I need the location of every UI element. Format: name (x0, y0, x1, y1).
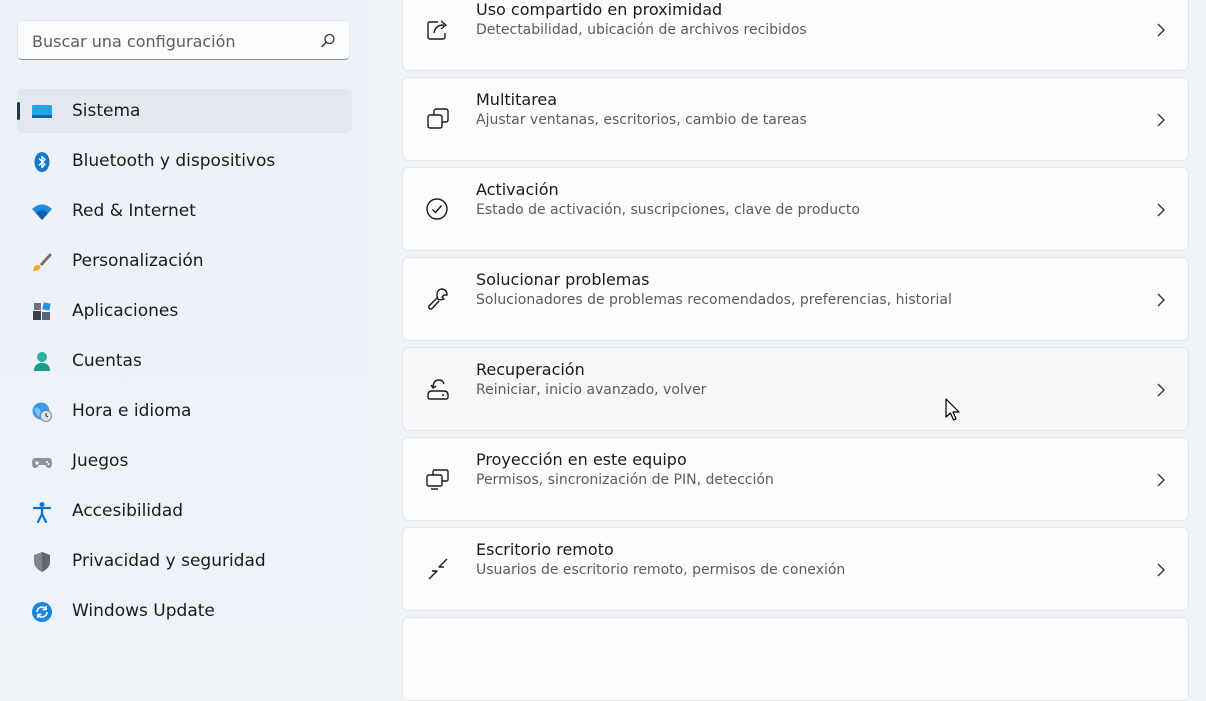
sidebar-item-hora-idioma[interactable]: Hora e idioma (17, 389, 352, 433)
chevron-right-icon (1157, 113, 1165, 127)
accessibility-icon (32, 502, 52, 523)
chevron-right-icon (1157, 473, 1165, 487)
check-circle-icon (426, 198, 448, 220)
card-title: Multitarea (476, 90, 558, 109)
gamepad-icon (32, 458, 52, 468)
sidebar-item-label: Sistema (72, 101, 141, 121)
card-title: Proyección en este equipo (476, 450, 687, 469)
sidebar-item-windows-update[interactable]: Windows Update (17, 589, 352, 633)
search-icon[interactable] (319, 32, 337, 50)
card-subtitle: Ajustar ventanas, escritorios, cambio de… (476, 112, 807, 128)
card-title: Recuperación (476, 360, 585, 379)
account-icon (34, 352, 50, 371)
apps-icon (33, 302, 51, 320)
bluetooth-icon (34, 152, 50, 172)
mouse-cursor-icon (945, 398, 960, 421)
chevron-right-icon (1157, 293, 1165, 307)
search-input[interactable]: Buscar una configuración (17, 20, 350, 60)
monitor-icon (32, 105, 52, 118)
sidebar-item-personalizacion[interactable]: Personalización (17, 239, 352, 283)
sidebar-item-label: Windows Update (72, 601, 215, 621)
sidebar-item-label: Hora e idioma (72, 401, 192, 421)
card-uso-compartido[interactable]: Uso compartido en proximidad Detectabili… (402, 0, 1189, 71)
globe-clock-icon (32, 402, 52, 422)
sidebar-item-label: Privacidad y seguridad (72, 551, 266, 571)
card-title: Solucionar problemas (476, 270, 650, 289)
sidebar-item-label: Juegos (72, 451, 129, 471)
card-solucionar-problemas[interactable]: Solucionar problemas Solucionadores de p… (402, 257, 1189, 341)
shield-icon (34, 552, 50, 572)
recovery-icon (427, 379, 449, 400)
sidebar-item-accesibilidad[interactable]: Accesibilidad (17, 489, 352, 533)
sidebar-item-label: Red & Internet (72, 201, 196, 221)
card-subtitle: Permisos, sincronización de PIN, detecci… (476, 472, 774, 488)
card-next-partial[interactable] (402, 617, 1189, 701)
card-subtitle: Estado de activación, suscripciones, cla… (476, 202, 860, 218)
sidebar-item-label: Bluetooth y dispositivos (72, 151, 276, 171)
card-subtitle: Reiniciar, inicio avanzado, volver (476, 382, 707, 398)
wifi-icon (32, 204, 52, 220)
multitask-icon (427, 108, 449, 129)
paintbrush-icon (33, 253, 52, 271)
card-subtitle: Solucionadores de problemas recomendados… (476, 292, 952, 308)
share-icon (427, 20, 447, 40)
sidebar-item-red[interactable]: Red & Internet (17, 189, 352, 233)
card-subtitle: Usuarios de escritorio remoto, permisos … (476, 562, 846, 578)
wrench-icon (427, 288, 448, 310)
chevron-right-icon (1157, 383, 1165, 397)
sidebar-item-aplicaciones[interactable]: Aplicaciones (17, 289, 352, 333)
card-multitarea[interactable]: Multitarea Ajustar ventanas, escritorios… (402, 77, 1189, 161)
chevron-right-icon (1157, 563, 1165, 577)
sidebar-item-label: Accesibilidad (72, 501, 184, 521)
card-recuperacion[interactable]: Recuperación Reiniciar, inicio avanzado,… (402, 347, 1189, 431)
active-indicator (17, 102, 20, 120)
card-title: Escritorio remoto (476, 540, 614, 559)
card-title: Activación (476, 180, 559, 199)
sidebar-item-label: Aplicaciones (72, 301, 179, 321)
chevron-right-icon (1157, 203, 1165, 217)
sidebar-item-bluetooth[interactable]: Bluetooth y dispositivos (17, 139, 352, 183)
card-activacion[interactable]: Activación Estado de activación, suscrip… (402, 167, 1189, 251)
sidebar-item-label: Cuentas (72, 351, 142, 371)
sidebar-item-sistema[interactable]: Sistema (17, 89, 352, 133)
card-subtitle: Detectabilidad, ubicación de archivos re… (476, 22, 807, 38)
sidebar: Buscar una configuración Sistema Bluetoo… (0, 0, 370, 636)
update-icon (32, 602, 52, 622)
sidebar-item-label: Personalización (72, 251, 204, 271)
sidebar-item-juegos[interactable]: Juegos (17, 439, 352, 483)
card-title: Uso compartido en proximidad (476, 0, 723, 19)
search-placeholder: Buscar una configuración (32, 32, 236, 51)
projection-icon (426, 469, 449, 490)
card-escritorio-remoto[interactable]: Escritorio remoto Usuarios de escritorio… (402, 527, 1189, 611)
card-proyeccion[interactable]: Proyección en este equipo Permisos, sinc… (402, 437, 1189, 521)
sidebar-item-privacidad[interactable]: Privacidad y seguridad (17, 539, 352, 583)
chevron-right-icon (1157, 23, 1165, 37)
sidebar-item-cuentas[interactable]: Cuentas (17, 339, 352, 383)
remote-desktop-icon (428, 558, 448, 580)
